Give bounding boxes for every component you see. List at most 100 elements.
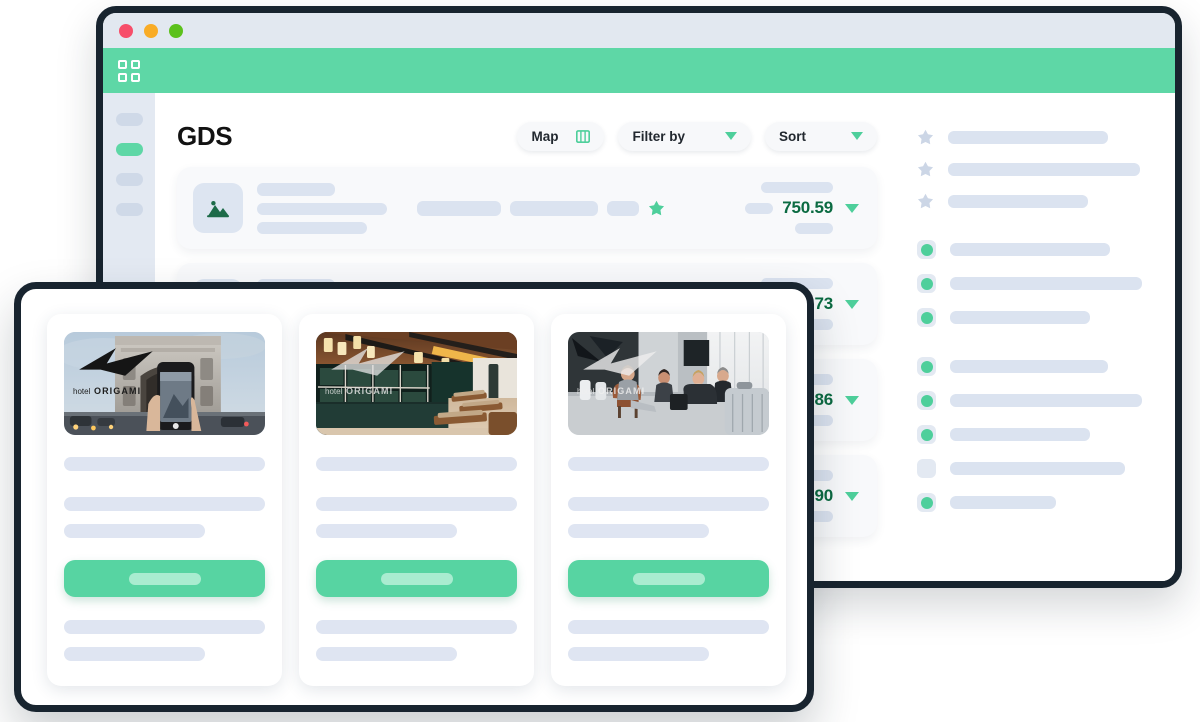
- checkbox-checked[interactable]: [917, 357, 936, 376]
- table-row[interactable]: 750.59: [177, 167, 877, 249]
- image-placeholder-icon: [207, 201, 229, 218]
- sidebar-item-2[interactable]: [115, 143, 143, 156]
- hotel-card-2[interactable]: hotel ORIGAMI: [299, 314, 534, 686]
- map-toggle-label: Map: [531, 128, 559, 144]
- chevron-down-icon: [725, 132, 737, 140]
- skeleton-bar: [257, 202, 387, 215]
- filter-rating-3[interactable]: [917, 193, 1155, 210]
- star-icon: [917, 193, 934, 209]
- map-icon: [576, 129, 591, 143]
- sort-dropdown[interactable]: Sort: [765, 121, 877, 151]
- hotel-card-1[interactable]: hotel ORIGAMI: [47, 314, 282, 686]
- filter-by-label: Filter by: [632, 128, 685, 144]
- result-meta: [417, 200, 671, 217]
- skeleton-bar: [316, 620, 517, 634]
- card-cta-button[interactable]: [568, 560, 769, 597]
- page-header: GDS Map Filter by Sort: [177, 119, 903, 153]
- skeleton-bar: [950, 360, 1108, 373]
- skeleton-bar: [316, 497, 517, 511]
- filter-option-2[interactable]: [917, 274, 1155, 293]
- checkbox-checked[interactable]: [917, 240, 936, 259]
- skeleton-bar: [417, 200, 501, 216]
- sidebar-item-3[interactable]: [115, 173, 143, 186]
- app-header-bar: [103, 48, 1175, 93]
- checkbox-checked[interactable]: [917, 308, 936, 327]
- filter-option-6[interactable]: [917, 425, 1155, 444]
- hotel-cards-row: hotel ORIGAMI hotel ORIGAMI hotel ORIGAM…: [47, 314, 807, 686]
- checkbox-checked[interactable]: [917, 391, 936, 410]
- checkbox-checked[interactable]: [917, 274, 936, 293]
- grid-menu-icon[interactable]: [118, 59, 140, 82]
- checkbox-checked[interactable]: [917, 493, 936, 512]
- maximize-button[interactable]: [169, 23, 183, 38]
- checkbox-unchecked[interactable]: [917, 459, 936, 478]
- cta-label-placeholder: [632, 572, 705, 585]
- checkbox-checked[interactable]: [917, 425, 936, 444]
- arc-de-triomphe-photo: hotel ORIGAMI: [64, 332, 265, 435]
- close-button[interactable]: [119, 23, 133, 38]
- card-cta-button[interactable]: [316, 560, 517, 597]
- star-icon: [917, 161, 934, 177]
- hotel-card-3[interactable]: hotel ORIGAMI: [551, 314, 786, 686]
- skeleton-bar: [316, 647, 457, 661]
- skeleton-bar: [761, 182, 833, 193]
- skeleton-bar: [568, 647, 709, 661]
- expand-row-chevron-icon[interactable]: [845, 395, 859, 405]
- skeleton-bar: [950, 243, 1110, 256]
- card-cta-button[interactable]: [64, 560, 265, 597]
- filter-option-1[interactable]: [917, 240, 1155, 259]
- map-toggle-button[interactable]: Map: [517, 121, 605, 151]
- skeleton-bar: [316, 457, 517, 471]
- filter-option-8[interactable]: [917, 493, 1155, 512]
- result-price: 750.59: [782, 198, 833, 217]
- page-title: GDS: [177, 120, 233, 151]
- star-icon: [917, 129, 934, 145]
- filter-group-rating: [917, 129, 1155, 210]
- expand-row-chevron-icon[interactable]: [845, 491, 859, 501]
- result-price-block: 750.59: [683, 182, 833, 234]
- lobby-business-travellers-photo: hotel ORIGAMI: [568, 332, 769, 435]
- skeleton-bar: [64, 620, 265, 634]
- skeleton-bar: [568, 524, 709, 538]
- filter-group-options-2: [917, 357, 1155, 512]
- expand-row-chevron-icon[interactable]: [845, 299, 859, 309]
- skeleton-bar: [950, 462, 1125, 475]
- result-text-skeletons: [257, 182, 387, 234]
- skeleton-bar: [950, 394, 1142, 407]
- skeleton-bar: [316, 524, 457, 538]
- skeleton-bar: [64, 457, 265, 471]
- skeleton-bar: [745, 202, 774, 214]
- filter-option-4[interactable]: [917, 357, 1155, 376]
- star-badge-icon: [648, 200, 665, 215]
- card-skeletons: [316, 457, 517, 661]
- cta-label-placeholder: [380, 572, 453, 585]
- minimize-button[interactable]: [144, 23, 158, 38]
- skeleton-bar: [64, 524, 205, 538]
- skeleton-bar: [64, 647, 205, 661]
- expand-row-chevron-icon[interactable]: [845, 203, 859, 213]
- hotel-cards-overlay-window: hotel ORIGAMI hotel ORIGAMI hotel ORIGAM…: [14, 282, 814, 712]
- skeleton-bar: [948, 131, 1108, 144]
- filters-panel: [903, 93, 1175, 581]
- skeleton-bar: [568, 457, 769, 471]
- skeleton-bar: [950, 311, 1090, 324]
- filter-option-3[interactable]: [917, 308, 1155, 327]
- filter-option-5[interactable]: [917, 391, 1155, 410]
- skeleton-bar: [948, 195, 1088, 208]
- result-thumbnail: [193, 183, 243, 233]
- card-skeletons: [568, 457, 769, 661]
- filter-rating-1[interactable]: [917, 129, 1155, 146]
- skeleton-bar: [257, 182, 335, 196]
- cta-label-placeholder: [128, 572, 201, 585]
- sidebar-item-1[interactable]: [115, 113, 143, 126]
- skeleton-bar: [607, 200, 639, 216]
- skeleton-bar: [950, 277, 1142, 290]
- filter-option-7[interactable]: [917, 459, 1155, 478]
- skeleton-bar: [950, 428, 1090, 441]
- filter-group-options-1: [917, 240, 1155, 327]
- filter-rating-2[interactable]: [917, 161, 1155, 178]
- screenshot-stage: GDS Map Filter by Sort 750.59 hotel ORIG…: [0, 0, 1200, 722]
- filter-by-dropdown[interactable]: Filter by: [618, 121, 751, 151]
- sidebar-item-4[interactable]: [115, 203, 143, 216]
- sort-label: Sort: [779, 128, 806, 144]
